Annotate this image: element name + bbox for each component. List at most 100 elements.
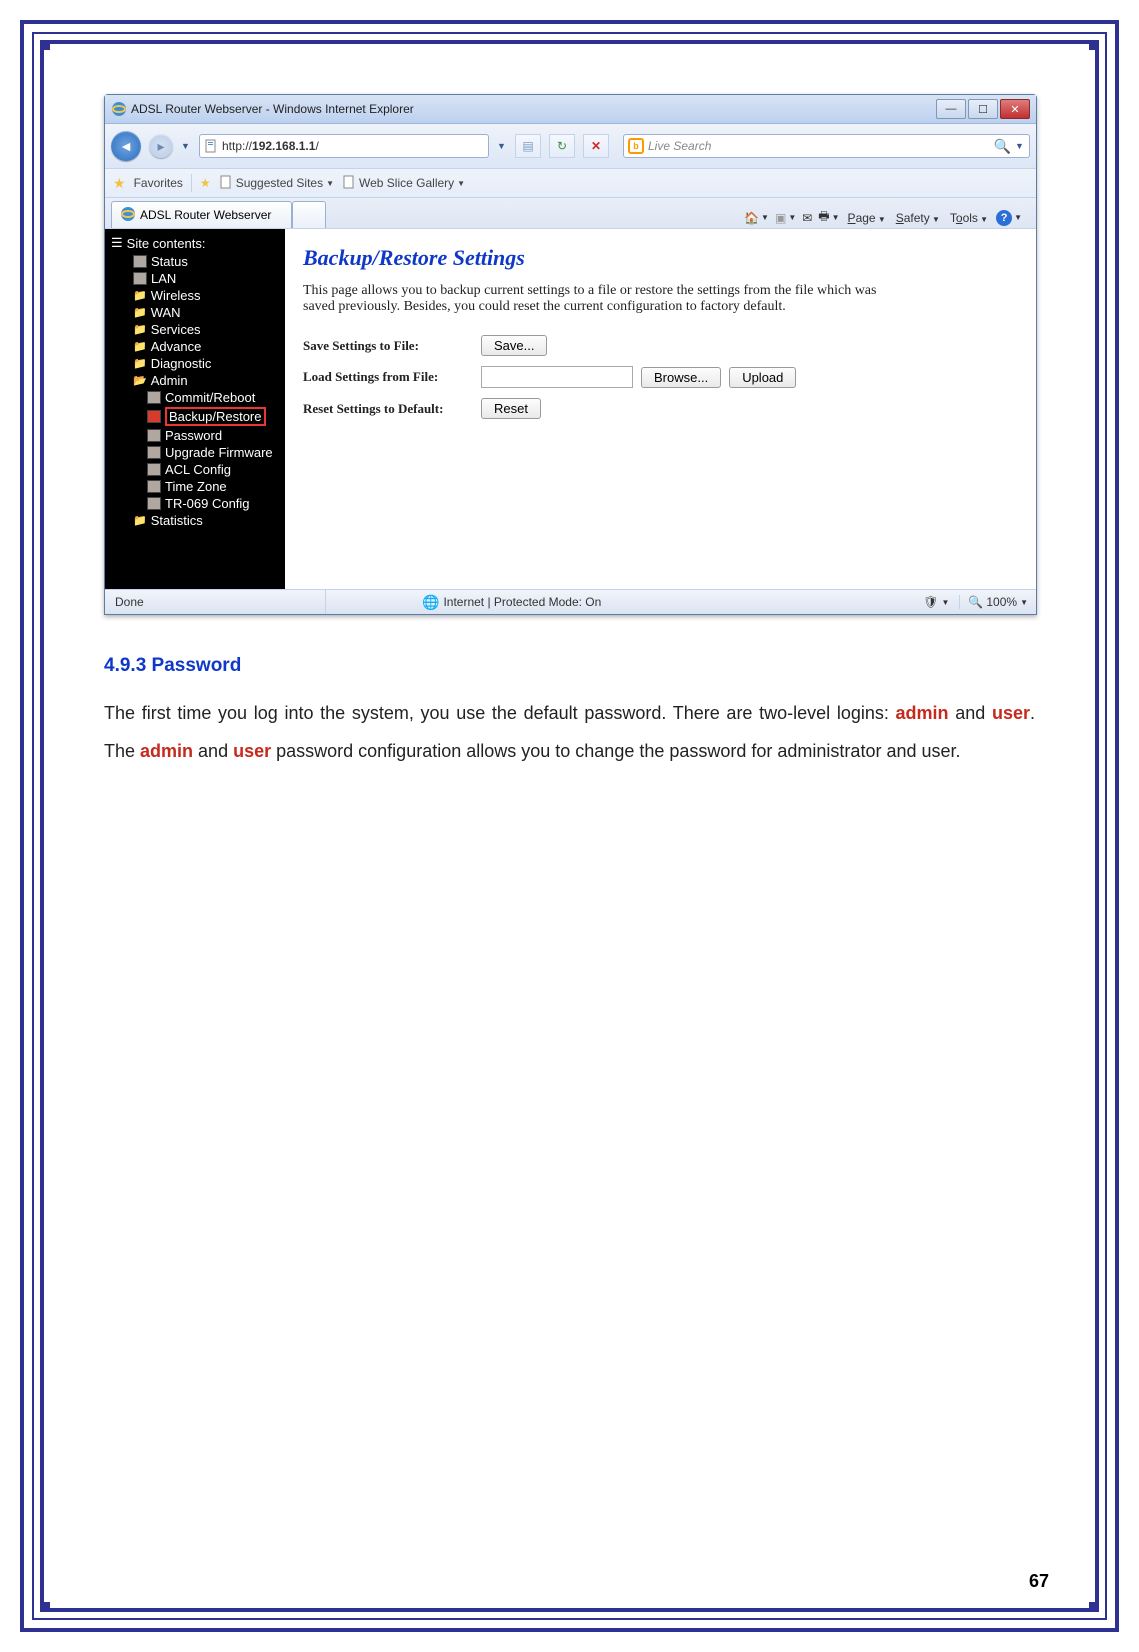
search-dropdown[interactable]: ▼ (1015, 141, 1025, 151)
folder-icon: 📁 (133, 340, 147, 353)
favorites-label[interactable]: Favorites (134, 176, 183, 190)
doc-icon (147, 410, 161, 423)
reset-settings-label: Reset Settings to Default: (303, 401, 473, 417)
tab-title: ADSL Router Webserver (140, 208, 271, 222)
shield-icon: 🛡 (923, 595, 938, 609)
page-menu[interactable]: Page ▼ (846, 211, 888, 225)
search-placeholder: Live Search (648, 139, 711, 153)
page-content: ☰Site contents: Status LAN 📁Wireless 📁WA… (105, 229, 1036, 589)
bing-icon: b (628, 138, 644, 154)
sidebar-item-services[interactable]: 📁Services (105, 321, 285, 338)
tools-menu[interactable]: Tools ▼ (948, 211, 990, 225)
search-icon[interactable]: 🔍 (994, 138, 1011, 155)
page-icon (219, 175, 233, 192)
home-button[interactable]: 🏠▼ (744, 211, 769, 225)
web-slice-link[interactable]: Web Slice Gallery ▼ (342, 175, 465, 192)
document-body: 4.9.3 Password The first time you log in… (104, 655, 1035, 771)
zoom-control[interactable]: 🔍100%▼ (960, 595, 1036, 609)
feeds-button[interactable]: ▣▼ (775, 211, 796, 225)
folder-icon: 📁 (133, 306, 147, 319)
sidebar-item-wireless[interactable]: 📁Wireless (105, 287, 285, 304)
doc-icon (147, 497, 161, 510)
sidebar-item-acl-config[interactable]: ACL Config (105, 461, 285, 478)
page-icon (204, 139, 218, 153)
sidebar-item-advance[interactable]: 📁Advance (105, 338, 285, 355)
read-mail-button[interactable]: ✉ (802, 211, 812, 225)
address-dropdown[interactable]: ▼ (497, 141, 507, 151)
protected-mode-icon[interactable]: 🛡▼ (913, 595, 960, 609)
sidebar-item-status[interactable]: Status (105, 253, 285, 270)
load-settings-label: Load Settings from File: (303, 369, 473, 385)
help-button[interactable]: ?▼ (996, 210, 1022, 226)
compat-view-button[interactable]: ▤ (515, 134, 541, 158)
security-zone-label: Internet | Protected Mode: On (443, 595, 601, 609)
sidebar-item-diagnostic[interactable]: 📁Diagnostic (105, 355, 285, 372)
sidebar-item-backup-restore[interactable]: Backup/Restore (105, 406, 285, 427)
doc-icon (147, 480, 161, 493)
browser-window: ADSL Router Webserver - Windows Internet… (104, 94, 1037, 615)
command-bar: 🏠▼ ▣▼ ✉ 🖶▼ Page ▼ Safety ▼ Tools ▼ ?▼ (736, 207, 1030, 228)
ie-icon (120, 206, 136, 225)
search-box[interactable]: b Live Search 🔍 ▼ (623, 134, 1030, 158)
safety-menu[interactable]: Safety ▼ (894, 211, 942, 225)
doc-icon (147, 446, 161, 459)
upload-button[interactable]: Upload (729, 367, 796, 388)
forward-button[interactable]: ▸ (149, 134, 173, 158)
sidebar-item-password[interactable]: Password (105, 427, 285, 444)
favorites-star-icon[interactable]: ★ (113, 175, 126, 192)
folder-icon: 📁 (133, 289, 147, 302)
file-path-input[interactable] (481, 366, 633, 388)
browse-button[interactable]: Browse... (641, 367, 721, 388)
status-bar: Done 🌐 Internet | Protected Mode: On 🛡▼ … (105, 589, 1036, 614)
doc-icon (133, 255, 147, 268)
save-settings-label: Save Settings to File: (303, 338, 473, 354)
save-button[interactable]: Save... (481, 335, 547, 356)
section-heading: 4.9.3 Password (104, 655, 1035, 677)
reset-button[interactable]: Reset (481, 398, 541, 419)
suggested-sites-link[interactable]: Suggested Sites ▼ (219, 175, 334, 192)
sidebar-item-lan[interactable]: LAN (105, 270, 285, 287)
print-button[interactable]: 🖶▼ (818, 207, 839, 228)
globe-icon: 🌐 (422, 594, 439, 611)
address-bar[interactable]: http://192.168.1.1/ (199, 134, 489, 158)
page-number: 67 (1029, 1571, 1049, 1592)
page-icon (342, 175, 356, 192)
stop-button[interactable]: ✕ (583, 134, 609, 158)
refresh-button[interactable]: ↻ (549, 134, 575, 158)
add-favorite-icon[interactable]: ★ (200, 176, 211, 190)
mail-icon: ✉ (802, 211, 812, 225)
selected-item-label: Backup/Restore (165, 407, 266, 426)
sidebar-item-admin[interactable]: 📂Admin (105, 372, 285, 389)
sidebar-item-time-zone[interactable]: Time Zone (105, 478, 285, 495)
doc-icon (147, 463, 161, 476)
sidebar-item-upgrade-firmware[interactable]: Upgrade Firmware (105, 444, 285, 461)
new-tab-button[interactable] (292, 201, 326, 228)
print-icon: 🖶 (818, 207, 829, 228)
folder-open-icon: 📂 (133, 374, 147, 387)
sidebar: ☰Site contents: Status LAN 📁Wireless 📁WA… (105, 229, 285, 589)
folder-icon: 📁 (133, 357, 147, 370)
chevron-down-icon: ▼ (457, 179, 465, 188)
sidebar-item-statistics[interactable]: 📁Statistics (105, 512, 285, 529)
tree-icon: ☰ (111, 235, 123, 251)
window-titlebar: ADSL Router Webserver - Windows Internet… (105, 95, 1036, 124)
sidebar-item-wan[interactable]: 📁WAN (105, 304, 285, 321)
help-icon: ? (996, 210, 1012, 226)
back-button[interactable]: ◄ (111, 131, 141, 161)
minimize-button[interactable]: — (936, 99, 966, 119)
sidebar-item-tr069-config[interactable]: TR-069 Config (105, 495, 285, 512)
ie-icon (111, 101, 127, 117)
zoom-icon: 🔍 (968, 595, 983, 609)
maximize-button[interactable]: ☐ (968, 99, 998, 119)
security-zone: 🌐 Internet | Protected Mode: On (412, 594, 611, 611)
recent-pages-dropdown[interactable]: ▼ (181, 141, 191, 151)
zoom-value: 100% (986, 595, 1017, 609)
panel-title: Backup/Restore Settings (303, 245, 1018, 271)
sidebar-item-commit-reboot[interactable]: Commit/Reboot (105, 389, 285, 406)
close-button[interactable]: ✕ (1000, 99, 1030, 119)
tab-adsl-router[interactable]: ADSL Router Webserver (111, 201, 292, 228)
window-title: ADSL Router Webserver - Windows Internet… (131, 102, 414, 116)
home-icon: 🏠 (744, 211, 759, 225)
panel-description: This page allows you to backup current s… (303, 283, 883, 315)
favorites-bar: ★ Favorites ★ Suggested Sites ▼ Web Slic… (105, 169, 1036, 198)
